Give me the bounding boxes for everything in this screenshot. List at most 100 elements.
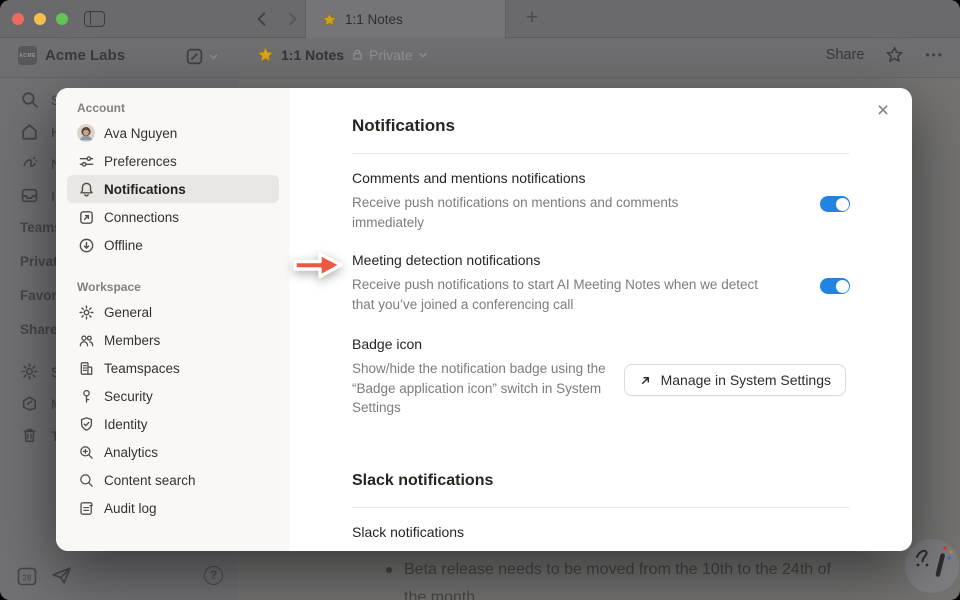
ai-face-icon [20, 154, 39, 173]
tab-title: 1:1 Notes [345, 12, 403, 27]
settings-item-general[interactable]: General [67, 298, 279, 326]
inbox-icon [20, 186, 39, 205]
workspace-switcher[interactable]: ACME Acme Labs [18, 46, 125, 65]
ai-assistant-badge[interactable] [905, 539, 959, 593]
app-window: 1:1 Notes + ACME Acme Labs 1:1 Notes Pri… [0, 0, 960, 600]
sidebar-section-favorites[interactable]: Favori [20, 288, 61, 303]
divider [352, 507, 850, 508]
settings-sidebar: Account Ava Nguyen Preferences Notificat… [56, 88, 290, 551]
manage-system-settings-button[interactable]: Manage in System Settings [624, 364, 846, 396]
sidebar-item-search[interactable]: S [20, 90, 60, 109]
setting-title: Slack notifications [352, 524, 850, 540]
settings-item-audit-log[interactable]: Audit log [67, 494, 279, 522]
settings-item-analytics[interactable]: Analytics [67, 438, 279, 466]
new-tab-button[interactable]: + [518, 5, 546, 33]
download-circle-icon [77, 236, 95, 254]
meeting-detection-toggle[interactable] [820, 278, 850, 294]
access-dropdown[interactable]: Private [351, 47, 428, 63]
sidebar-section-shared[interactable]: Share [20, 322, 58, 337]
gear-icon [77, 303, 95, 321]
sidebar-toggle-icon[interactable] [84, 11, 105, 27]
building-icon [77, 359, 95, 377]
settings-item-content-search[interactable]: Content search [67, 466, 279, 494]
zoom-window-button[interactable] [56, 13, 68, 25]
slack-notifications-select[interactable]: Off [806, 549, 824, 552]
new-page-button[interactable] [185, 47, 219, 66]
sidebar-label: I [51, 188, 55, 204]
search-icon [20, 90, 39, 109]
setting-row-meeting-detection: Meeting detection notifications Receive … [352, 252, 850, 314]
more-options-button[interactable]: ••• [925, 48, 944, 62]
divider [352, 153, 850, 154]
key-icon [77, 387, 95, 405]
favorite-star-icon[interactable] [886, 46, 903, 63]
settings-item-label: General [104, 305, 152, 320]
workspace-name: Acme Labs [45, 47, 125, 64]
help-button[interactable]: ? [204, 566, 223, 585]
settings-item-teamspaces[interactable]: Teamspaces [67, 354, 279, 382]
setting-row-badge-icon: Badge icon Show/hide the notification ba… [352, 336, 850, 418]
sidebar-item-trash[interactable]: T [20, 426, 60, 445]
shield-check-icon [77, 415, 95, 433]
settings-item-security[interactable]: Security [67, 382, 279, 410]
back-button[interactable] [253, 10, 271, 28]
bullet-dot [386, 567, 392, 573]
send-icon[interactable] [50, 564, 73, 587]
sliders-icon [77, 152, 95, 170]
lock-icon [351, 48, 364, 61]
settings-item-label: Security [104, 389, 153, 404]
settings-item-offline[interactable]: Offline [67, 231, 279, 259]
settings-item-label: Ava Nguyen [104, 126, 177, 141]
forward-button[interactable] [283, 10, 301, 28]
setting-title: Comments and mentions notifications [352, 170, 850, 186]
compose-icon [185, 47, 204, 66]
settings-item-identity[interactable]: Identity [67, 410, 279, 438]
header-actions: Share ••• [826, 46, 944, 63]
sidebar-item-home[interactable]: H [20, 122, 61, 141]
minimize-window-button[interactable] [34, 13, 46, 25]
comments-notifications-toggle[interactable] [820, 196, 850, 212]
search-icon [77, 471, 95, 489]
settings-item-label: Members [104, 333, 160, 348]
trash-icon [20, 426, 39, 445]
sidebar-section-private[interactable]: Privat [20, 254, 58, 269]
settings-item-label: Notifications [104, 182, 186, 197]
tab-star-icon [322, 12, 337, 27]
window-controls [12, 13, 68, 25]
tab-bar: 1:1 Notes + [0, 0, 960, 38]
settings-item-label: Audit log [104, 501, 157, 516]
header-bar: ACME Acme Labs 1:1 Notes Private Share •… [0, 38, 960, 78]
settings-item-members[interactable]: Members [67, 326, 279, 354]
calendar-icon[interactable]: 28 [16, 565, 38, 587]
breadcrumb: 1:1 Notes Private [257, 46, 428, 63]
sidebar-item-notion-ai[interactable]: N [20, 154, 61, 173]
avatar [77, 124, 95, 142]
tab-1-1-notes[interactable]: 1:1 Notes [305, 0, 506, 38]
members-icon [77, 331, 95, 349]
settings-item-notifications[interactable]: Notifications [67, 175, 279, 203]
breadcrumb-title[interactable]: 1:1 Notes [281, 47, 344, 63]
settings-item-profile[interactable]: Ava Nguyen [67, 119, 279, 147]
settings-item-label: Preferences [104, 154, 177, 169]
share-button[interactable]: Share [826, 47, 865, 63]
svg-text:28: 28 [23, 574, 32, 583]
sidebar-item-settings[interactable]: S [20, 362, 60, 381]
setting-row-comments: Comments and mentions notifications Rece… [352, 170, 850, 232]
settings-content: × Notifications Comments and mentions no… [290, 88, 912, 551]
settings-item-connections[interactable]: Connections [67, 203, 279, 231]
slack-section-title: Slack notifications [352, 472, 850, 490]
breadcrumb-star-icon [257, 46, 274, 63]
setting-description: Receive notifications in your Slack work… [352, 547, 792, 552]
sidebar-item-inbox[interactable]: I [20, 186, 55, 205]
home-icon [20, 122, 39, 141]
settings-item-preferences[interactable]: Preferences [67, 147, 279, 175]
settings-item-label: Connections [104, 210, 179, 225]
setting-row-slack: Slack notifications Receive notification… [352, 524, 850, 552]
setting-title: Badge icon [352, 336, 850, 352]
workspace-section-label: Workspace [67, 275, 279, 298]
close-icon[interactable]: × [870, 98, 896, 124]
button-label: Manage in System Settings [661, 372, 831, 388]
external-arrow-icon [639, 374, 652, 387]
screen: 1:1 Notes + ACME Acme Labs 1:1 Notes Pri… [0, 0, 960, 600]
close-window-button[interactable] [12, 13, 24, 25]
